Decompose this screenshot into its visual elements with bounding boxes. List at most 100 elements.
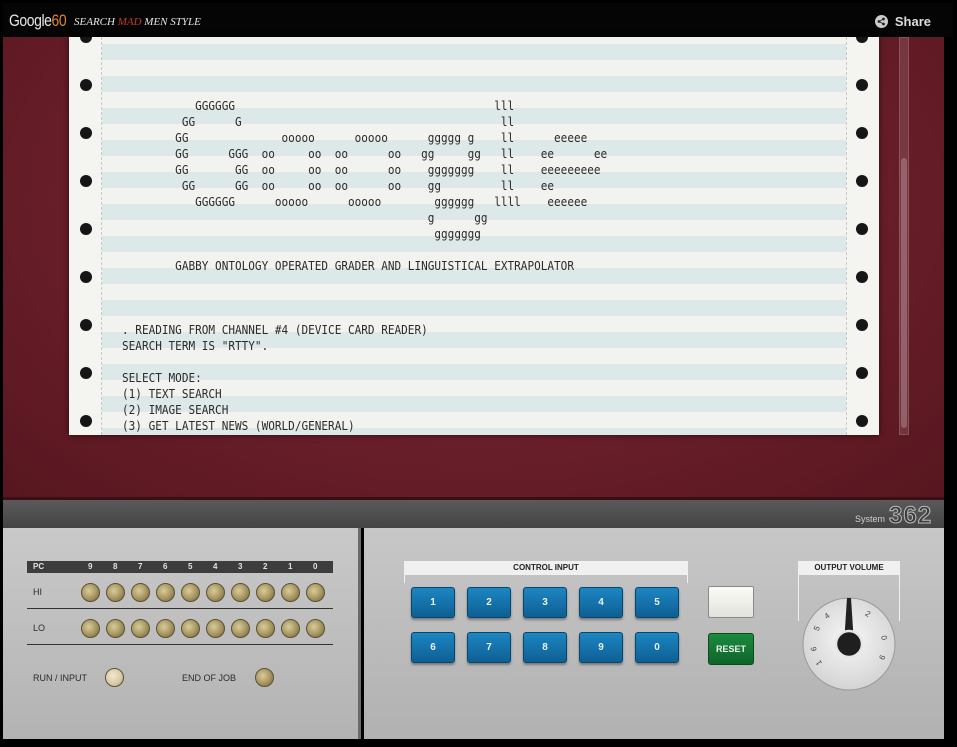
printout-line: GG GG oo oo oo oo ggggggg ll eeeeeeeee (122, 163, 601, 177)
printout-line: GG G ll (122, 115, 515, 129)
lo-lamp (156, 619, 175, 638)
tractor-hole (856, 415, 868, 427)
lo-lamp (281, 619, 300, 638)
printout-line (122, 242, 607, 258)
tractor-hole (856, 79, 868, 91)
tractor-hole (80, 175, 92, 187)
hi-lamp (231, 583, 250, 602)
printout-line (122, 66, 607, 82)
tractor-hole (80, 415, 92, 427)
lo-lamp (106, 619, 125, 638)
lo-divider (27, 644, 333, 645)
key-4-button[interactable]: 4 (579, 587, 623, 618)
hi-lamp (181, 583, 200, 602)
tractor-hole (80, 223, 92, 235)
key-9-button[interactable]: 9 (579, 632, 623, 663)
printout-line: SELECT MODE: (122, 371, 202, 385)
system-number: 362 (888, 502, 933, 530)
tractor-hole (856, 367, 868, 379)
bit-label: 1 (288, 562, 293, 571)
printout-line: GABBY ONTOLOGY OPERATED GRADER AND LINGU… (122, 259, 574, 273)
key-3-button[interactable]: 3 (523, 587, 567, 618)
tractor-hole (856, 127, 868, 139)
share-button[interactable]: Share (874, 14, 931, 29)
tagline-pre: SEARCH (74, 16, 118, 28)
key-0-button[interactable]: 0 (635, 632, 679, 663)
printout-line: (2) IMAGE SEARCH (122, 403, 229, 417)
reset-button[interactable]: RESET (708, 633, 754, 665)
bit-label: 2 (263, 562, 268, 571)
scrollbar-thumb[interactable] (901, 158, 907, 428)
output-volume-title: OUTPUT VOLUME (798, 561, 900, 575)
key-2-button[interactable]: 2 (467, 587, 511, 618)
printout-line: (1) TEXT SEARCH (122, 387, 222, 401)
key-5-button[interactable]: 5 (635, 587, 679, 618)
control-input-bracket (404, 575, 688, 583)
hi-lamp (131, 583, 150, 602)
system-label: System (855, 514, 886, 524)
hi-lamp (156, 583, 175, 602)
tractor-hole (856, 175, 868, 187)
lo-lamp (181, 619, 200, 638)
printout-line: (3) GET LATEST NEWS (WORLD/GENERAL) (122, 419, 355, 433)
hi-lamp (106, 583, 125, 602)
tractor-hole (80, 79, 92, 91)
hi-divider (27, 608, 333, 609)
tractor-hole (80, 127, 92, 139)
printout-line: SEARCH TERM IS "RTTY". (122, 339, 269, 353)
bit-label: 5 (188, 562, 193, 571)
bit-label: 6 (163, 562, 168, 571)
hi-label: HI (33, 587, 42, 597)
key-6-button[interactable]: 6 (411, 632, 455, 663)
tagline-mad: MAD (117, 16, 142, 28)
key-8-button[interactable]: 8 (523, 632, 567, 663)
tractor-hole (80, 367, 92, 379)
hi-lamp (256, 583, 275, 602)
control-panel: CONTROL INPUT 12345 67890 RESET OUTPUT VO… (364, 528, 944, 739)
printout-line (122, 306, 607, 322)
share-label: Share (894, 14, 931, 29)
printer-paper: GGGGGG lll GG G ll GG ooooo ooooo ggggg … (69, 37, 879, 435)
google60-logo[interactable]: Google60 (9, 11, 67, 31)
bit-label: 3 (238, 562, 243, 571)
printout-line: g gg (122, 211, 488, 225)
bit-label: 4 (213, 562, 218, 571)
lo-lamp (231, 619, 250, 638)
printout-line: GGGGGG ooooo ooooo gggggg llll eeeeee (122, 195, 588, 209)
indicator-panel: PC 9 8 7 6 5 4 3 2 1 0 HI LO RUN / INPUT END OF J… (3, 528, 361, 739)
tagline-post: MEN STYLE (141, 16, 201, 28)
pc-label: PC (33, 562, 45, 571)
hi-lamp (81, 583, 100, 602)
control-input-title: CONTROL INPUT (404, 561, 688, 575)
printout-text: GGGGGG lll GG G ll GG ooooo ooooo ggggg … (122, 66, 607, 435)
bit-label: 8 (113, 562, 118, 571)
printout-line (122, 82, 607, 98)
printout-line (122, 434, 607, 435)
run-input-label: RUN / INPUT (33, 673, 87, 683)
lo-label: LO (33, 623, 46, 633)
printout-line: GG ooooo ooooo ggggg g ll eeeee (122, 131, 588, 145)
blank-key[interactable] (708, 586, 754, 618)
tractor-hole (856, 223, 868, 235)
key-1-button[interactable]: 1 (411, 587, 455, 618)
paper-scrollbar[interactable] (899, 37, 909, 435)
share-icon (874, 15, 888, 28)
hi-lamp (306, 583, 325, 602)
bit-label: 0 (313, 562, 318, 571)
printout-line: GG GG oo oo oo oo gg ll ee (122, 179, 555, 193)
key-7-button[interactable]: 7 (467, 632, 511, 663)
pc-header-bar: PC 9 8 7 6 5 4 3 2 1 0 (27, 561, 333, 573)
system-strip (3, 500, 944, 528)
printout-line (122, 354, 607, 370)
volume-dial[interactable]: 12345609 (801, 596, 897, 692)
logo-sixty-text: 60 (51, 11, 67, 30)
printout-line: ggggggg (122, 227, 481, 241)
tractor-hole (856, 271, 868, 283)
volume-knob[interactable] (834, 629, 864, 659)
tagline: SEARCH MAD MEN STYLE (74, 16, 201, 28)
bit-label: 7 (138, 562, 143, 571)
lo-lamp (81, 619, 100, 638)
top-bar: Google60 SEARCH MAD MEN STYLE Share (3, 3, 953, 37)
tractor-hole (856, 319, 868, 331)
tractor-hole (80, 319, 92, 331)
